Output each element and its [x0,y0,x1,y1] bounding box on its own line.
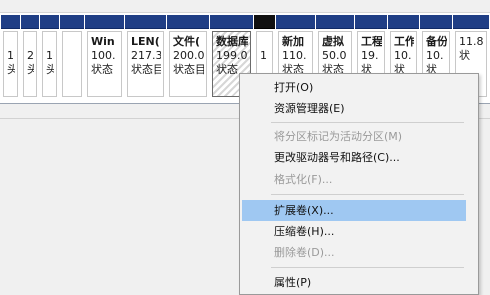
partition-color-bar [167,15,209,29]
partition-color-bar [316,15,354,29]
partition-status: 状 [459,49,470,62]
menu-item-explorer[interactable]: 资源管理器(E) [242,98,466,119]
partition-info: Win 100. 状态 [87,31,122,97]
partition-3[interactable]: 1( 头 [40,15,59,103]
partition-color-bar [276,15,315,29]
partition-name: 备份 [426,35,447,48]
partition-name: 新加 [282,35,304,48]
partition-status: 状态目 [173,63,204,76]
partition-line: 头 [27,63,34,77]
partition-status: 状态 [91,63,113,76]
partition-size: 110. [282,49,307,62]
partition-size: 10. [426,49,444,62]
partition-size: 19. [361,49,379,62]
partition-color-bar [420,15,452,29]
partition-size: 11.8 [459,35,484,48]
menu-separator [271,194,464,195]
partition-info: 1( 头 [3,31,18,97]
partition-lenovo[interactable]: LEN( 217.3 状态目 [125,15,166,103]
partition-color-bar [355,15,387,29]
partition-color-bar [254,15,275,29]
partition-size: 200.0 [173,49,204,62]
context-menu: 打开(O) 资源管理器(E) 将分区标记为活动分区(M) 更改驱动器号和路径(C… [239,73,479,295]
menu-item-shrink-volume[interactable]: 压缩卷(H)... [242,221,466,242]
partition-color-bar [21,15,39,29]
partition-name: 虚拟 [322,35,344,48]
partition-size: 199.0 [216,49,248,62]
partition-name: 工程 [361,35,382,48]
partition-1[interactable]: 1( 头 [1,15,20,103]
partition-color-bar [453,15,489,29]
partition-line: 1( [7,49,15,62]
menu-item-open[interactable]: 打开(O) [242,77,466,98]
menu-item-format[interactable]: 格式化(F)... [242,169,466,190]
partition-info: 1( 头 [42,31,57,97]
menu-separator [271,267,464,268]
menu-item-mark-active[interactable]: 将分区标记为活动分区(M) [242,126,466,147]
partition-size: 10. [394,49,412,62]
partition-size: 217.3 [131,49,161,62]
partition-line: 头 [46,63,54,77]
partition-line: 头 [7,63,15,77]
menu-separator [271,122,464,123]
partition-status: 状态目 [131,63,161,76]
partition-line: 2 [27,49,34,62]
partition-color-bar [210,15,253,29]
partition-name: Win [91,35,115,48]
partition-color-bar [40,15,59,29]
partition-size: 100. [91,49,116,62]
partition-name: 文件( [173,35,201,48]
partition-win[interactable]: Win 100. 状态 [85,15,124,103]
partition-line: 1 [260,49,267,62]
partition-color-bar [388,15,419,29]
menu-item-extend-volume[interactable]: 扩展卷(X)... [242,200,466,221]
partition-4[interactable] [60,15,84,103]
partition-size: 50.0 [322,49,347,62]
menu-item-properties[interactable]: 属性(P) [242,272,466,293]
partition-info: 2 头 [23,31,37,97]
partition-name: LEN( [131,35,160,48]
menu-item-change-drive-letter[interactable]: 更改驱动器号和路径(C)... [242,147,466,168]
disk-management-window: 1( 头 2 头 1( 头 Win 100. [0,0,490,295]
partition-line: 1( [46,49,54,62]
partition-info: 文件( 200.0 状态目 [169,31,207,97]
partition-info [62,31,82,97]
partition-color-bar [1,15,20,29]
partition-files[interactable]: 文件( 200.0 状态目 [167,15,209,103]
menu-item-delete-volume[interactable]: 删除卷(D)... [242,242,466,263]
partition-2[interactable]: 2 头 [21,15,39,103]
partition-name: 工作 [394,35,414,48]
partition-name: 数据库 [216,35,248,48]
partition-color-bar [125,15,166,29]
partition-color-bar [60,15,84,29]
partition-color-bar [85,15,124,29]
partition-info: LEN( 217.3 状态目 [127,31,164,97]
